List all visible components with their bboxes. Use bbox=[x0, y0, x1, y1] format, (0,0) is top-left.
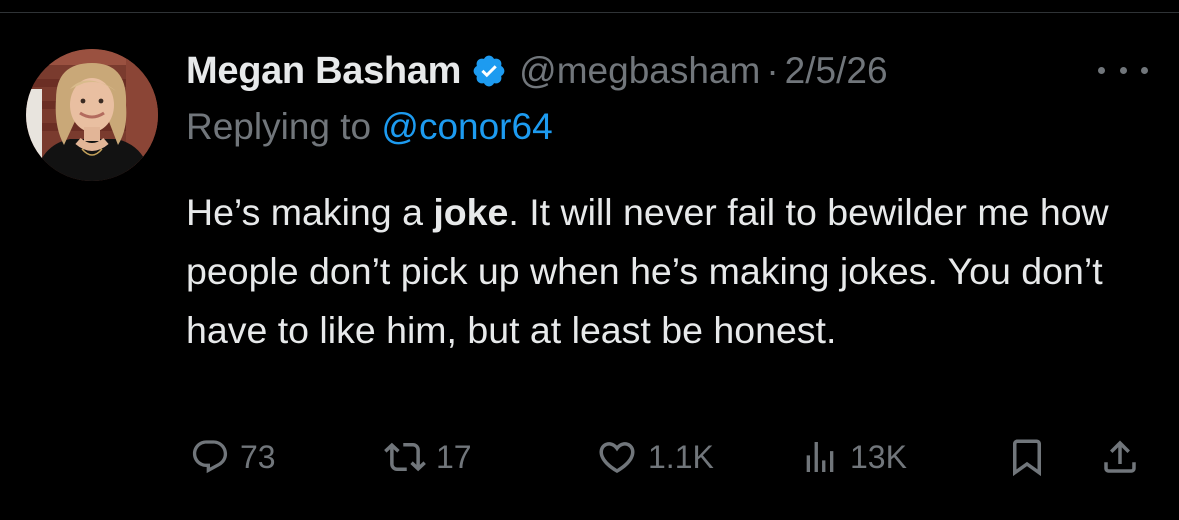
reply-button[interactable]: 73 bbox=[190, 432, 276, 482]
like-icon bbox=[596, 436, 638, 478]
more-dot bbox=[1119, 66, 1127, 74]
tweet-text-start: He’s making a bbox=[186, 191, 434, 233]
bookmark-icon bbox=[1006, 436, 1048, 478]
avatar[interactable] bbox=[26, 49, 158, 181]
author-handle[interactable]: @megbasham bbox=[519, 50, 760, 92]
views-icon bbox=[800, 437, 840, 477]
tweet-text-bold: joke bbox=[433, 191, 509, 233]
more-dot bbox=[1098, 66, 1105, 74]
more-options-icon[interactable] bbox=[1098, 58, 1148, 82]
share-icon bbox=[1099, 436, 1141, 478]
replying-to-handle-link[interactable]: @conor64 bbox=[381, 106, 552, 147]
separator-dot: · bbox=[766, 50, 779, 91]
tweet-header: Megan Basham @megbasham · 2/5/26 bbox=[186, 46, 888, 96]
repost-icon bbox=[384, 436, 426, 478]
views-button[interactable]: 13K bbox=[800, 432, 907, 482]
avatar-image bbox=[26, 49, 158, 181]
replying-to-label: Replying to bbox=[186, 106, 382, 147]
top-divider bbox=[0, 12, 1179, 13]
views-count: 13K bbox=[850, 438, 907, 475]
like-count: 1.1K bbox=[648, 438, 714, 475]
repost-count: 17 bbox=[436, 438, 472, 475]
replying-to: Replying to @conor64 bbox=[186, 106, 553, 148]
bookmark-button[interactable] bbox=[1006, 432, 1048, 482]
reply-icon bbox=[190, 437, 230, 477]
repost-button[interactable]: 17 bbox=[384, 432, 472, 482]
like-button[interactable]: 1.1K bbox=[596, 432, 714, 482]
verified-badge-icon[interactable] bbox=[471, 53, 507, 89]
tweet-date[interactable]: 2/5/26 bbox=[785, 50, 888, 92]
share-button[interactable] bbox=[1099, 432, 1141, 482]
action-bar: 73 17 1.1K 13K bbox=[186, 432, 1146, 482]
reply-count: 73 bbox=[240, 438, 276, 475]
tweet-text: He’s making a joke. It will never fail t… bbox=[186, 183, 1161, 360]
author-name[interactable]: Megan Basham bbox=[186, 50, 461, 93]
more-dot bbox=[1141, 66, 1148, 74]
